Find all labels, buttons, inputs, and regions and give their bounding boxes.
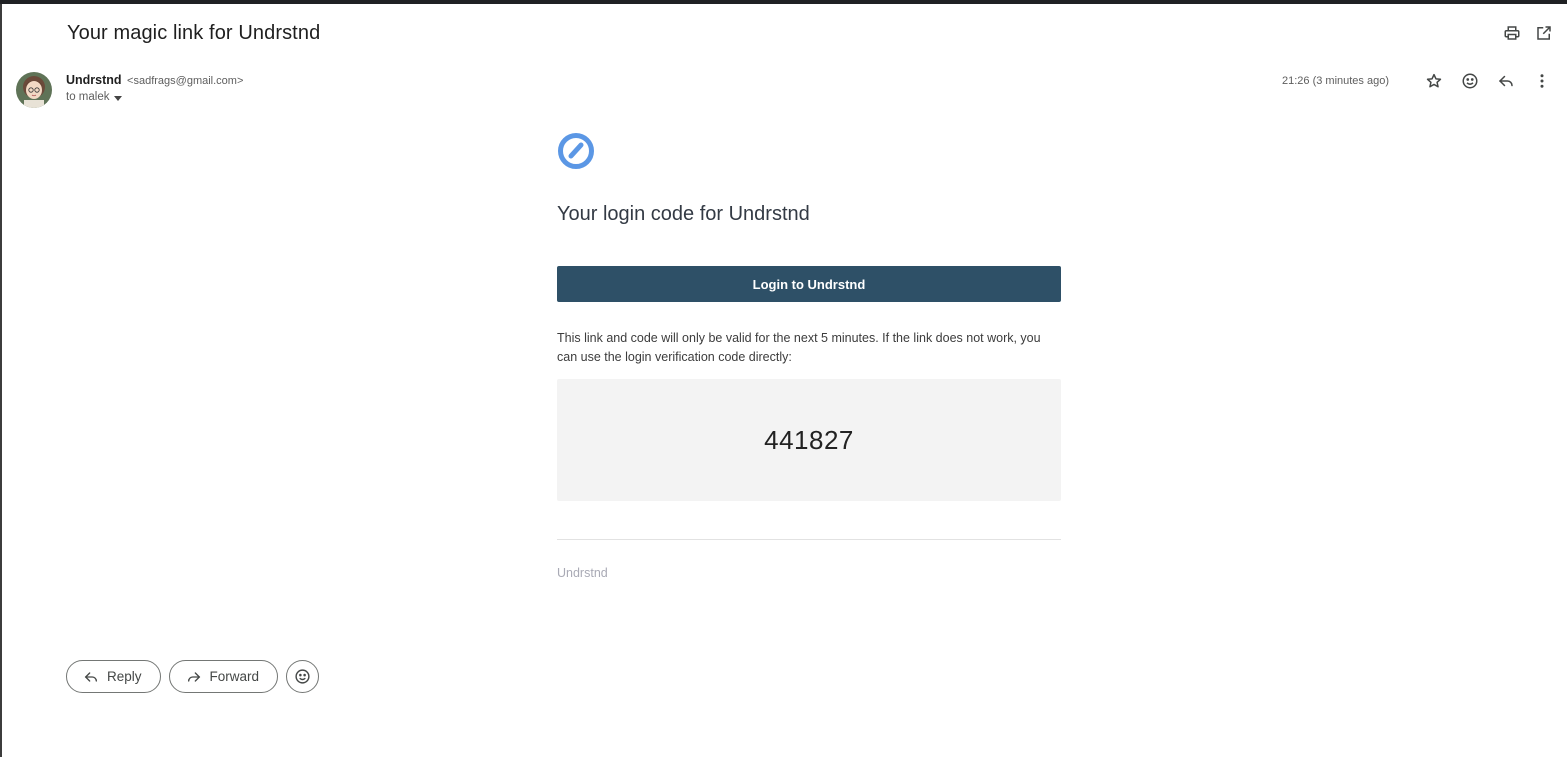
more-vert-icon[interactable]	[1533, 72, 1551, 90]
email-subject: Your magic link for Undrstnd	[67, 22, 321, 44]
footer-brand: Undrstnd	[557, 566, 608, 580]
forward-icon	[187, 671, 200, 682]
reply-label: Reply	[107, 669, 142, 684]
recipients-toggle[interactable]: to malek	[66, 91, 123, 103]
forward-button[interactable]: Forward	[168, 660, 279, 693]
emoji-icon[interactable]	[1461, 72, 1479, 90]
sender-name[interactable]: Undrstnd	[66, 73, 122, 87]
login-title: Your login code for Undrstnd	[557, 203, 810, 225]
emoji-icon	[295, 669, 310, 684]
open-in-new-window-icon[interactable]	[1535, 24, 1553, 42]
window-top-border	[0, 0, 1567, 4]
forward-label: Forward	[209, 669, 260, 684]
sender-line: Undrstnd <sadfrags@gmail.com>	[66, 73, 243, 87]
reply-icon[interactable]	[1497, 72, 1515, 90]
reply-button[interactable]: Reply	[66, 660, 161, 693]
message-meta: 21:26 (3 minutes ago)	[1282, 72, 1551, 90]
chevron-down-icon	[114, 95, 123, 101]
sender-avatar[interactable]	[16, 72, 52, 108]
to-line-text: to malek	[66, 91, 110, 103]
footer-divider	[557, 539, 1061, 540]
timestamp: 21:26 (3 minutes ago)	[1281, 75, 1389, 87]
reply-icon	[84, 671, 97, 682]
print-icon[interactable]	[1503, 24, 1521, 42]
subject-toolbar	[1503, 24, 1553, 42]
login-button[interactable]: Login to Undrstnd	[557, 266, 1061, 302]
undrstnd-logo-icon	[557, 132, 595, 170]
verification-code-box: 441827	[557, 379, 1061, 501]
verification-code: 441827	[764, 424, 854, 455]
emoji-reaction-button[interactable]	[286, 660, 320, 693]
reply-actions: Reply Forward	[66, 660, 320, 693]
window-left-border	[0, 4, 2, 757]
sender-email: <sadfrags@gmail.com>	[127, 75, 244, 87]
star-icon[interactable]	[1425, 72, 1443, 90]
validity-explanation: This link and code will only be valid fo…	[557, 331, 1041, 364]
email-body: Your login code for Undrstnd Login to Un…	[557, 132, 1061, 580]
